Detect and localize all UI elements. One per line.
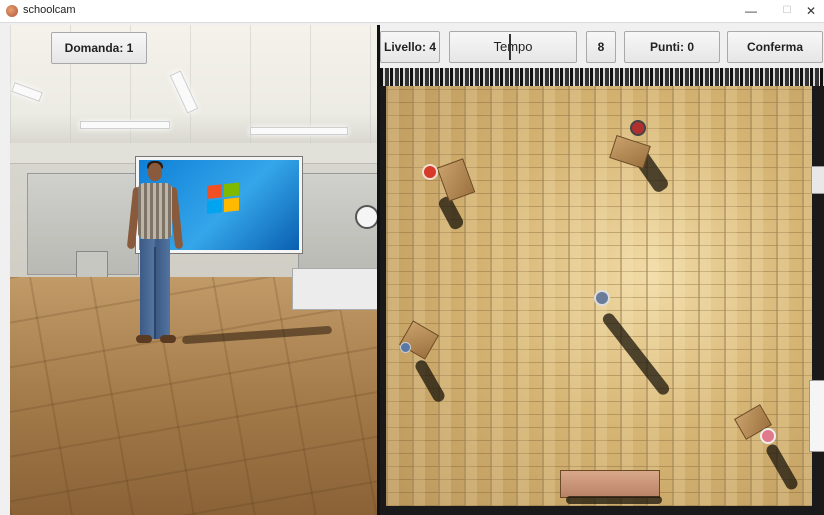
level-label: Livello: 4 [380, 31, 440, 63]
close-icon[interactable]: ✕ [794, 0, 824, 22]
window-titlebar: schoolcam — ☐ ✕ [0, 0, 824, 23]
map-edge-tab [809, 380, 824, 452]
ceiling-light [250, 127, 348, 135]
ceiling-light [80, 121, 170, 129]
count-label: 8 [586, 31, 616, 63]
map-edge-tab [811, 166, 824, 194]
question-button[interactable]: Domanda: 1 [51, 32, 147, 64]
student-marker[interactable] [630, 120, 646, 136]
student-character[interactable] [126, 161, 186, 348]
desk [292, 268, 377, 310]
points-label: Punti: 0 [624, 31, 720, 63]
classroom-3d-view[interactable]: Domanda: 1 [10, 25, 377, 515]
time-progress-bar: Tempo [449, 31, 577, 63]
time-progress-marker [509, 34, 511, 60]
app-icon [6, 5, 18, 17]
student-marker[interactable] [422, 164, 438, 180]
map-border [380, 68, 824, 86]
student-marker[interactable] [400, 342, 411, 353]
wall-clock-icon [355, 205, 377, 229]
top-down-map[interactable] [380, 68, 824, 515]
wooden-floor [10, 277, 377, 515]
time-label: Tempo [493, 39, 533, 54]
desk-shadow [566, 496, 662, 504]
confirm-button[interactable]: Conferma [727, 31, 823, 63]
window-title: schoolcam [23, 4, 76, 16]
teacher-desk [560, 470, 660, 498]
minimize-icon[interactable]: — [734, 0, 768, 22]
windows-logo-icon [207, 182, 243, 218]
student-marker[interactable] [594, 290, 610, 306]
student-marker[interactable] [760, 428, 776, 444]
